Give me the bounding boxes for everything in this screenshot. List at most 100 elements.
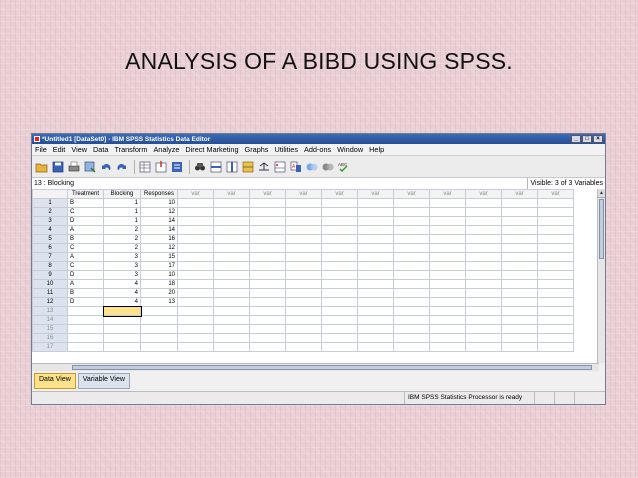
empty-cell[interactable] (67, 315, 104, 325)
empty-cell[interactable] (357, 207, 394, 217)
empty-cell[interactable] (393, 207, 430, 217)
undo-icon[interactable] (99, 160, 113, 174)
row-number[interactable]: 11 (32, 288, 68, 298)
empty-cell[interactable] (213, 306, 250, 316)
empty-cell[interactable] (465, 261, 502, 271)
empty-cell[interactable] (285, 279, 322, 289)
cell-blocking[interactable]: 2 (103, 243, 141, 253)
empty-cell[interactable] (177, 252, 214, 262)
empty-cell[interactable] (285, 207, 322, 217)
cell-treatment[interactable]: D (67, 216, 104, 226)
empty-cell[interactable] (429, 315, 466, 325)
empty-cell[interactable] (429, 225, 466, 235)
row-number[interactable]: 8 (32, 261, 68, 271)
empty-cell[interactable] (465, 216, 502, 226)
column-header-var[interactable]: var (465, 189, 502, 199)
empty-cell[interactable] (537, 333, 574, 343)
save-icon[interactable] (51, 160, 65, 174)
empty-cell[interactable] (177, 333, 214, 343)
cell-blocking[interactable]: 4 (103, 288, 141, 298)
insert-cases-icon[interactable] (209, 160, 223, 174)
empty-cell[interactable] (321, 315, 358, 325)
empty-cell[interactable] (429, 198, 466, 208)
empty-cell[interactable] (465, 198, 502, 208)
empty-cell[interactable] (103, 342, 141, 352)
row-number[interactable]: 15 (32, 324, 68, 334)
empty-cell[interactable] (393, 225, 430, 235)
row-number[interactable]: 4 (32, 225, 68, 235)
empty-cell[interactable] (429, 342, 466, 352)
empty-cell[interactable] (177, 315, 214, 325)
empty-cell[interactable] (321, 225, 358, 235)
row-number[interactable]: 17 (32, 342, 68, 352)
column-header-blocking[interactable]: Blocking (103, 189, 141, 199)
column-header-var[interactable]: var (177, 189, 214, 199)
empty-cell[interactable] (213, 243, 250, 253)
empty-cell[interactable] (465, 243, 502, 253)
menu-utilities[interactable]: Utilities (274, 145, 298, 154)
empty-cell[interactable] (249, 207, 286, 217)
goto-variable-icon[interactable] (154, 160, 168, 174)
empty-cell[interactable] (177, 225, 214, 235)
empty-cell[interactable] (321, 333, 358, 343)
cell-treatment[interactable]: D (67, 297, 104, 307)
empty-cell[interactable] (465, 306, 502, 316)
window-titlebar[interactable]: *Untitled1 [DataSet0] - IBM SPSS Statist… (32, 134, 605, 144)
empty-cell[interactable] (285, 225, 322, 235)
split-file-icon[interactable] (241, 160, 255, 174)
empty-cell[interactable] (285, 315, 322, 325)
empty-cell[interactable] (213, 333, 250, 343)
scroll-up-icon[interactable]: ▲ (598, 189, 605, 198)
empty-cell[interactable] (177, 270, 214, 280)
empty-cell[interactable] (213, 324, 250, 334)
empty-cell[interactable] (321, 216, 358, 226)
empty-cell[interactable] (213, 297, 250, 307)
cell-blocking[interactable]: 2 (103, 225, 141, 235)
empty-cell[interactable] (321, 234, 358, 244)
empty-cell[interactable] (501, 198, 538, 208)
empty-cell[interactable] (393, 270, 430, 280)
empty-cell[interactable] (140, 324, 178, 334)
empty-cell[interactable] (177, 207, 214, 217)
empty-cell[interactable] (357, 342, 394, 352)
cell-blocking[interactable]: 1 (103, 207, 141, 217)
empty-cell[interactable] (393, 216, 430, 226)
empty-cell[interactable] (501, 270, 538, 280)
empty-cell[interactable] (321, 198, 358, 208)
empty-cell[interactable] (465, 315, 502, 325)
column-header-var[interactable]: var (357, 189, 394, 199)
cell-treatment[interactable]: C (67, 261, 104, 271)
empty-cell[interactable] (249, 225, 286, 235)
empty-cell[interactable] (357, 261, 394, 271)
row-number[interactable]: 14 (32, 315, 68, 325)
empty-cell[interactable] (249, 252, 286, 262)
empty-cell[interactable] (213, 252, 250, 262)
empty-cell[interactable] (501, 306, 538, 316)
empty-cell[interactable] (103, 324, 141, 334)
empty-cell[interactable] (501, 243, 538, 253)
empty-cell[interactable] (213, 270, 250, 280)
empty-cell[interactable] (429, 306, 466, 316)
empty-cell[interactable] (501, 333, 538, 343)
empty-cell[interactable] (140, 315, 178, 325)
menu-graphs[interactable]: Graphs (245, 145, 269, 154)
empty-cell[interactable] (393, 315, 430, 325)
empty-cell[interactable] (537, 252, 574, 262)
empty-cell[interactable] (465, 288, 502, 298)
empty-cell[interactable] (285, 234, 322, 244)
empty-cell[interactable] (321, 261, 358, 271)
empty-cell[interactable] (249, 306, 286, 316)
selected-cell[interactable] (102, 305, 142, 317)
cell-treatment[interactable]: B (67, 288, 104, 298)
cell-responses[interactable]: 18 (140, 279, 178, 289)
empty-cell[interactable] (213, 207, 250, 217)
empty-cell[interactable] (321, 288, 358, 298)
empty-cell[interactable] (177, 261, 214, 271)
empty-cell[interactable] (249, 243, 286, 253)
menu-edit[interactable]: Edit (53, 145, 66, 154)
empty-cell[interactable] (249, 342, 286, 352)
empty-cell[interactable] (393, 279, 430, 289)
empty-cell[interactable] (357, 315, 394, 325)
variables-icon[interactable] (170, 160, 184, 174)
empty-cell[interactable] (213, 288, 250, 298)
